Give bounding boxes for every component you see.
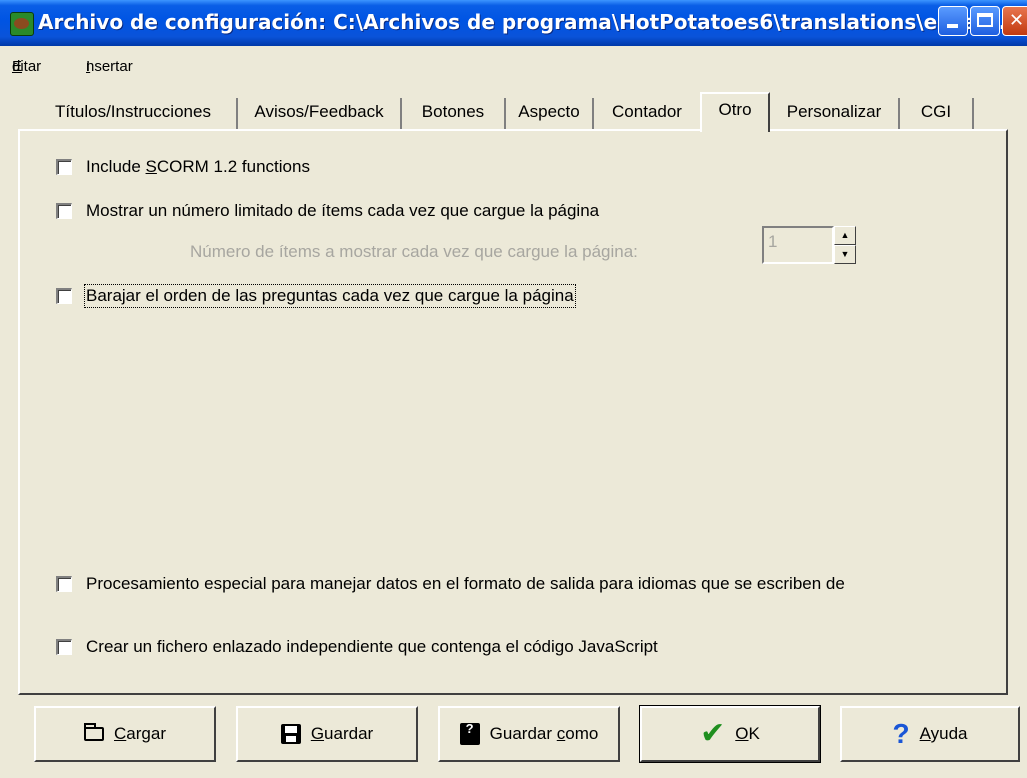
ok-label: OK xyxy=(735,724,760,744)
save-as-icon: ? xyxy=(459,722,480,745)
close-icon[interactable] xyxy=(1002,6,1027,36)
menu-insertar-label: nsertar xyxy=(86,58,133,75)
question-mark-icon: ? xyxy=(892,718,910,749)
load-label-post: argar xyxy=(126,724,166,743)
shuffle-option[interactable]: Barajar el orden de las preguntas cada v… xyxy=(56,284,576,308)
tab-label: Aspecto xyxy=(518,102,580,121)
separate-js-label: Crear un fichero enlazado independiente … xyxy=(86,637,658,656)
rtl-option[interactable]: Procesamiento especial para manejar dato… xyxy=(56,574,845,594)
ok-label-post: K xyxy=(748,724,760,743)
items-count-input[interactable]: 1 xyxy=(762,226,834,264)
scorm-label-pre: Include xyxy=(86,157,146,176)
tab-label: Personalizar xyxy=(786,102,882,121)
limit-items-label: Mostrar un número limitado de ítems cada… xyxy=(86,201,600,220)
ok-button[interactable]: ✔ OK xyxy=(639,705,821,763)
tab-strip: Títulos/Instrucciones Avisos/Feedback Bo… xyxy=(0,92,1027,132)
help-label-accel: A xyxy=(919,724,931,743)
load-label-accel: C xyxy=(114,724,127,743)
tab-label: CGI xyxy=(920,102,952,121)
tab-aspecto[interactable]: Aspecto xyxy=(506,98,594,130)
load-label: Cargar xyxy=(114,724,166,744)
tab-label: Botones xyxy=(421,102,485,121)
window-title: Archivo de configuración: C:\Archivos de… xyxy=(38,10,1014,34)
save-label: Guardar xyxy=(311,724,373,744)
separate-js-option[interactable]: Crear un fichero enlazado independiente … xyxy=(56,637,658,657)
tab-otro[interactable]: Otro xyxy=(700,92,770,132)
save-as-button[interactable]: ? Guardar como xyxy=(438,706,620,762)
rtl-checkbox[interactable] xyxy=(56,576,72,592)
items-count-label: Número de ítems a mostrar cada vez que c… xyxy=(190,242,638,261)
menu-editar-label: ditar xyxy=(12,58,42,75)
tab-label: Títulos/Instrucciones xyxy=(55,102,211,121)
help-button[interactable]: ? Ayuda xyxy=(840,706,1020,762)
tab-label: Contador xyxy=(612,102,682,121)
checkmark-icon: ✔ xyxy=(700,717,726,750)
save-as-label: Guardar como xyxy=(490,724,599,744)
floppy-disk-icon xyxy=(280,724,301,744)
help-label-post: yuda xyxy=(930,724,968,743)
tab-avisos-feedback[interactable]: Avisos/Feedback xyxy=(238,98,402,130)
help-label: Ayuda xyxy=(920,724,968,744)
tab-contador[interactable]: Contador xyxy=(594,98,700,130)
save-as-label-post: omo xyxy=(565,724,599,743)
scorm-label: Include SCORM 1.2 functions xyxy=(86,157,310,177)
tab-titulos-instrucciones[interactable]: Títulos/Instrucciones xyxy=(30,98,238,130)
spin-up-icon[interactable]: ▲ xyxy=(834,226,856,245)
scorm-checkbox[interactable] xyxy=(56,159,72,175)
save-button[interactable]: Guardar xyxy=(236,706,418,762)
tab-botones[interactable]: Botones xyxy=(402,98,506,130)
maximize-icon[interactable] xyxy=(970,6,1000,36)
spin-down-icon[interactable]: ▼ xyxy=(834,245,856,264)
save-label-post: uardar xyxy=(324,724,374,743)
scorm-label-accel: S xyxy=(145,157,157,176)
app-icon[interactable] xyxy=(10,12,34,36)
tab-personalizar[interactable]: Personalizar xyxy=(770,98,900,130)
separate-js-checkbox[interactable] xyxy=(56,639,72,655)
limit-items-option[interactable]: Mostrar un número limitado de ítems cada… xyxy=(56,201,599,221)
scorm-label-post: CORM 1.2 functions xyxy=(156,157,310,176)
save-as-label-pre: Guardar xyxy=(489,724,557,743)
scorm-option[interactable]: Include SCORM 1.2 functions xyxy=(56,157,310,177)
limit-items-checkbox[interactable] xyxy=(56,203,72,219)
shuffle-label: Barajar el orden de las preguntas cada v… xyxy=(84,284,576,308)
save-label-accel: G xyxy=(310,724,325,743)
minimize-icon[interactable] xyxy=(938,6,968,36)
title-bar[interactable]: Archivo de configuración: C:\Archivos de… xyxy=(0,0,1027,46)
folder-open-icon xyxy=(84,723,105,741)
tab-label: Otro xyxy=(718,100,752,119)
tab-label: Avisos/Feedback xyxy=(254,102,384,121)
shuffle-checkbox[interactable] xyxy=(56,288,72,304)
tab-cgi[interactable]: CGI xyxy=(900,98,974,130)
load-button[interactable]: Cargar xyxy=(34,706,216,762)
save-as-label-accel: c xyxy=(556,724,566,743)
rtl-label: Procesamiento especial para manejar dato… xyxy=(86,574,845,593)
ok-label-accel: O xyxy=(735,724,749,743)
